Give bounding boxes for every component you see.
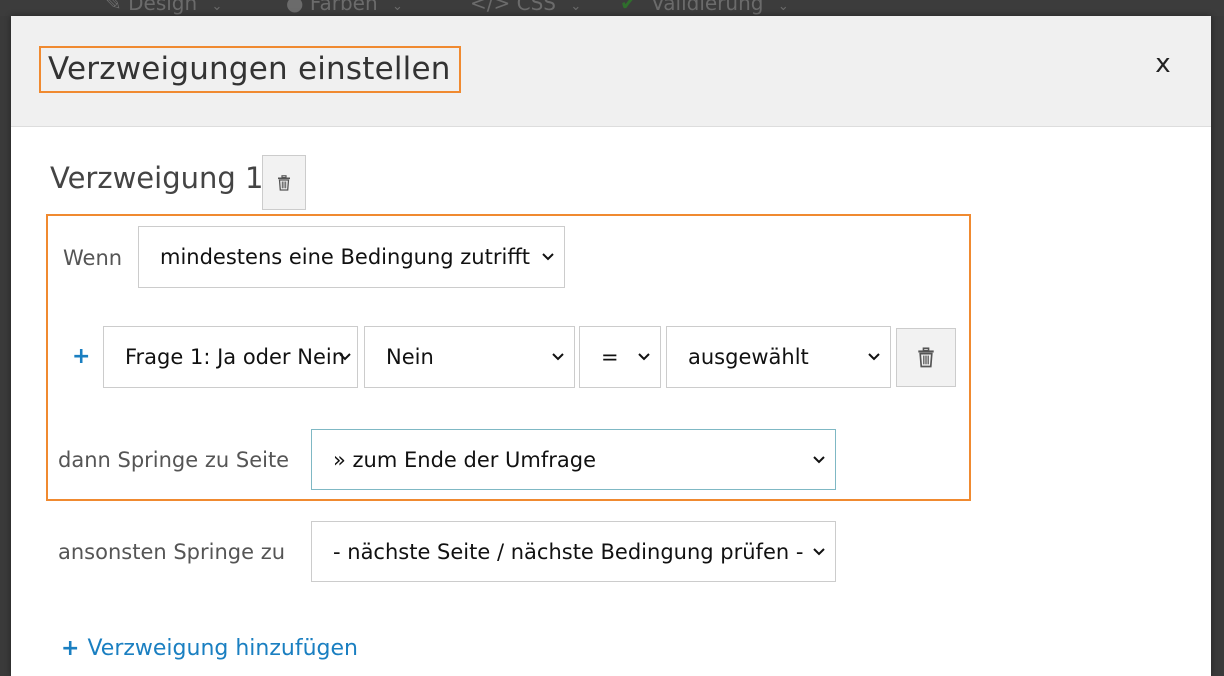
background-toolbar: ✎ Design ⌄ ● Farben ⌄ </> CSS ⌄ ✔ Validi… <box>0 0 1224 16</box>
branch-title: Verzweigung 1 <box>50 161 264 195</box>
then-target-value: » zum Ende der Umfrage <box>333 448 597 472</box>
question-select[interactable]: Frage 1: Ja oder Nein <box>103 326 358 388</box>
chevron-down-icon <box>337 327 353 387</box>
chevron-down-icon <box>550 327 566 387</box>
else-target-value: - nächste Seite / nächste Bedingung prüf… <box>333 540 804 564</box>
condition-mode-select[interactable]: mindestens eine Bedingung zutrifft <box>138 226 565 288</box>
add-condition-plus-icon[interactable]: + <box>72 346 90 368</box>
toolbar-item-farben: ● Farben ⌄ <box>286 0 403 15</box>
delete-branch-button[interactable] <box>262 155 306 210</box>
when-label: Wenn <box>63 246 123 270</box>
operator-select[interactable]: = <box>579 326 661 388</box>
branching-modal: Verzweigungen einstellen x Verzweigung 1… <box>11 16 1211 676</box>
chevron-down-icon <box>540 227 556 287</box>
else-label: ansonsten Springe zu <box>58 540 286 564</box>
then-label: dann Springe zu Seite <box>58 448 290 472</box>
code-icon: </> <box>470 0 511 15</box>
chevron-down-icon: ⌄ <box>570 0 582 14</box>
modal-header: Verzweigungen einstellen x <box>11 16 1211 127</box>
question-value: Frage 1: Ja oder Nein <box>125 345 346 369</box>
trash-icon <box>918 347 934 368</box>
state-select[interactable]: ausgewählt <box>666 326 891 388</box>
chevron-down-icon: ⌄ <box>211 0 223 14</box>
add-branch-link[interactable]: + Verzweigung hinzufügen <box>61 634 358 664</box>
condition-mode-value: mindestens eine Bedingung zutrifft <box>160 245 531 269</box>
palette-icon: ● <box>286 0 304 15</box>
toolbar-item-label: CSS <box>516 0 556 15</box>
toolbar-item-design: ✎ Design ⌄ <box>105 0 222 15</box>
then-target-select[interactable]: » zum Ende der Umfrage <box>311 429 836 490</box>
chevron-down-icon: ⌄ <box>392 0 403 14</box>
plus-icon: + <box>61 636 80 661</box>
else-target-select[interactable]: - nächste Seite / nächste Bedingung prüf… <box>311 521 836 582</box>
check-icon: ✔ <box>620 0 637 15</box>
close-button[interactable]: x <box>1151 46 1175 82</box>
chevron-down-icon <box>866 327 882 387</box>
toolbar-item-label: Validierung <box>651 0 764 15</box>
modal-title: Verzweigungen einstellen <box>39 46 461 93</box>
answer-select[interactable]: Nein <box>364 326 575 388</box>
delete-condition-button[interactable] <box>896 328 956 387</box>
state-value: ausgewählt <box>688 345 809 369</box>
add-branch-label: Verzweigung hinzufügen <box>87 636 358 661</box>
trash-icon <box>278 174 290 191</box>
chevron-down-icon <box>636 327 652 387</box>
toolbar-item-css: </> CSS ⌄ <box>470 0 581 15</box>
answer-value: Nein <box>386 345 434 369</box>
chevron-down-icon <box>811 430 827 489</box>
toolbar-item-label: Farben <box>309 0 378 15</box>
toolbar-item-validierung: ✔ Validierung ⌄ <box>620 0 789 15</box>
chevron-down-icon: ⌄ <box>777 0 789 14</box>
pencil-icon: ✎ <box>105 0 122 15</box>
operator-value: = <box>601 345 619 369</box>
toolbar-item-label: Design <box>128 0 198 15</box>
chevron-down-icon <box>811 522 827 581</box>
